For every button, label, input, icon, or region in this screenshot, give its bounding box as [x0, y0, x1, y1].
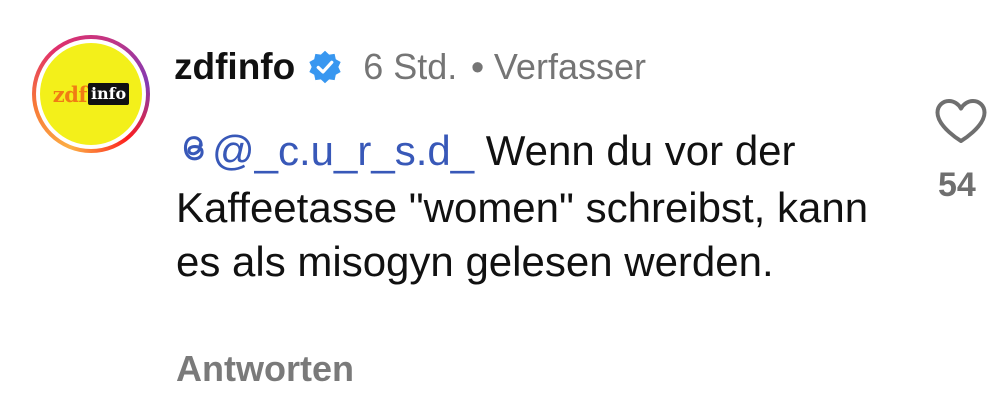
- separator-dot: •: [471, 46, 484, 87]
- heart-outline-icon[interactable]: [934, 98, 988, 144]
- username[interactable]: zdfinfo: [174, 46, 295, 88]
- mention-handle: @_c.u_r_s.d_: [212, 127, 475, 174]
- avatar-ring-gap: zdf info: [36, 39, 146, 149]
- comment-body: @_c.u_r_s.d_ Wenn du vor der Kaffeetasse…: [176, 124, 876, 289]
- threads-icon: [176, 127, 212, 181]
- zdfinfo-logo: zdf info: [40, 43, 142, 145]
- logo-info-text: info: [87, 83, 130, 105]
- verified-badge-icon: [307, 49, 343, 85]
- comment-item: zdf info zdfinfo 6 Std. • Verfasser @_c.u…: [0, 0, 1000, 403]
- like-count: 54: [938, 166, 976, 204]
- mention-link[interactable]: @_c.u_r_s.d_: [176, 127, 474, 174]
- avatar[interactable]: zdf info: [32, 35, 150, 153]
- author-label: Verfasser: [493, 46, 646, 87]
- comment-timestamp: 6 Std.: [363, 46, 458, 87]
- reply-button[interactable]: Antworten: [176, 348, 354, 390]
- logo-zdf-text: zdf: [52, 81, 88, 107]
- comment-header: zdfinfo 6 Std. • Verfasser: [174, 44, 646, 90]
